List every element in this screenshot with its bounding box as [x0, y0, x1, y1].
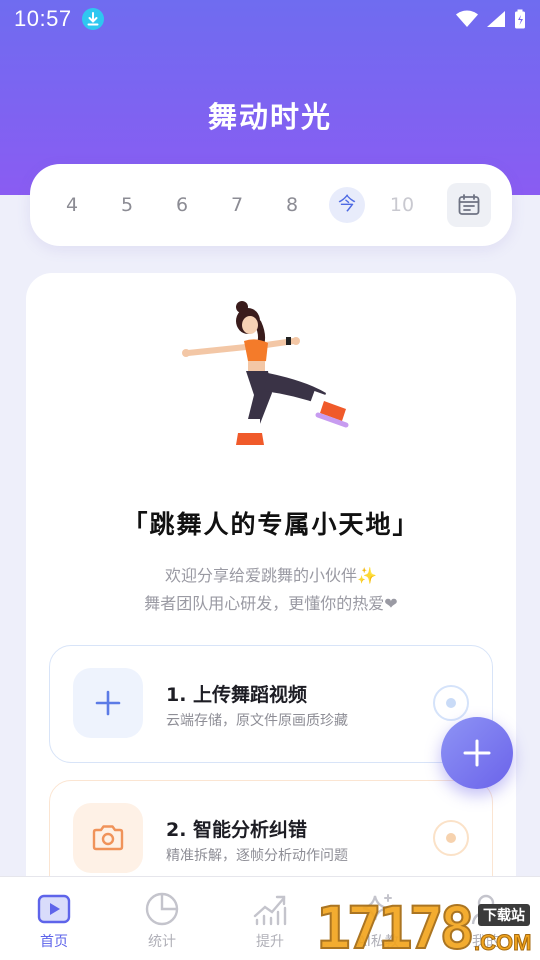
tab-statistics[interactable]: 统计 [122, 889, 202, 951]
battery-icon [515, 9, 525, 29]
step-title: 1. 上传舞蹈视频 [166, 684, 308, 706]
step-upload-video[interactable]: 1. 上传舞蹈视频 云端存储，原文件原画质珍藏 [49, 645, 493, 763]
date-item[interactable]: 4 [54, 187, 90, 223]
date-item[interactable]: 10 [384, 187, 420, 223]
step-icon-box [73, 803, 143, 873]
watermark-tag: 下载站 [478, 904, 530, 926]
status-bar: 10:57 [0, 0, 540, 38]
status-time: 10:57 [14, 6, 72, 31]
date-item[interactable]: 5 [109, 187, 145, 223]
calendar-button[interactable] [447, 183, 491, 227]
site-watermark: 17178 下载站 .COM [315, 894, 540, 960]
step-icon-box [73, 668, 143, 738]
app-title: 舞动时光 [207, 100, 332, 134]
intro-line-1: 欢迎分享给爱跳舞的小伙伴✨ [165, 566, 377, 585]
step-radio[interactable] [433, 820, 469, 856]
calendar-icon [458, 194, 480, 215]
pie-chart-icon [145, 892, 179, 926]
camera-icon [92, 825, 124, 851]
watermark-domain: .COM [473, 930, 532, 956]
intro-heading: 「跳舞人的专属小天地」 [122, 510, 420, 539]
tab-label: 统计 [148, 934, 176, 950]
tab-improve[interactable]: 提升 [230, 889, 310, 951]
signal-icon [487, 11, 505, 27]
step-title: 2. 智能分析纠错 [166, 819, 308, 841]
plus-icon [463, 739, 491, 767]
step-desc: 云端存储，原文件原画质珍藏 [166, 713, 348, 729]
date-selector: 4 5 6 7 8 今 10 [30, 164, 512, 246]
step-radio[interactable] [433, 685, 469, 721]
dancer-illustration [182, 301, 349, 450]
tab-label: 提升 [256, 934, 284, 950]
video-play-icon [37, 894, 71, 924]
wifi-icon [456, 10, 478, 27]
download-icon [81, 8, 104, 30]
plus-icon [95, 690, 121, 716]
tab-home[interactable]: 首页 [14, 889, 94, 951]
step-desc: 精准拆解，逐帧分析动作问题 [166, 848, 348, 864]
intro-card: 「跳舞人的专属小天地」 欢迎分享给爱跳舞的小伙伴✨ 舞者团队用心研发，更懂你的热… [26, 273, 516, 960]
date-item-today[interactable]: 今 [329, 187, 365, 223]
add-fab-button[interactable] [441, 717, 513, 789]
tab-label: 首页 [40, 934, 68, 950]
date-item[interactable]: 6 [164, 187, 200, 223]
intro-line-2: 舞者团队用心研发，更懂你的热爱❤ [144, 594, 398, 613]
date-item[interactable]: 7 [219, 187, 255, 223]
growth-chart-icon [253, 895, 287, 926]
watermark-number: 17178 [315, 894, 476, 960]
date-item[interactable]: 8 [274, 187, 310, 223]
